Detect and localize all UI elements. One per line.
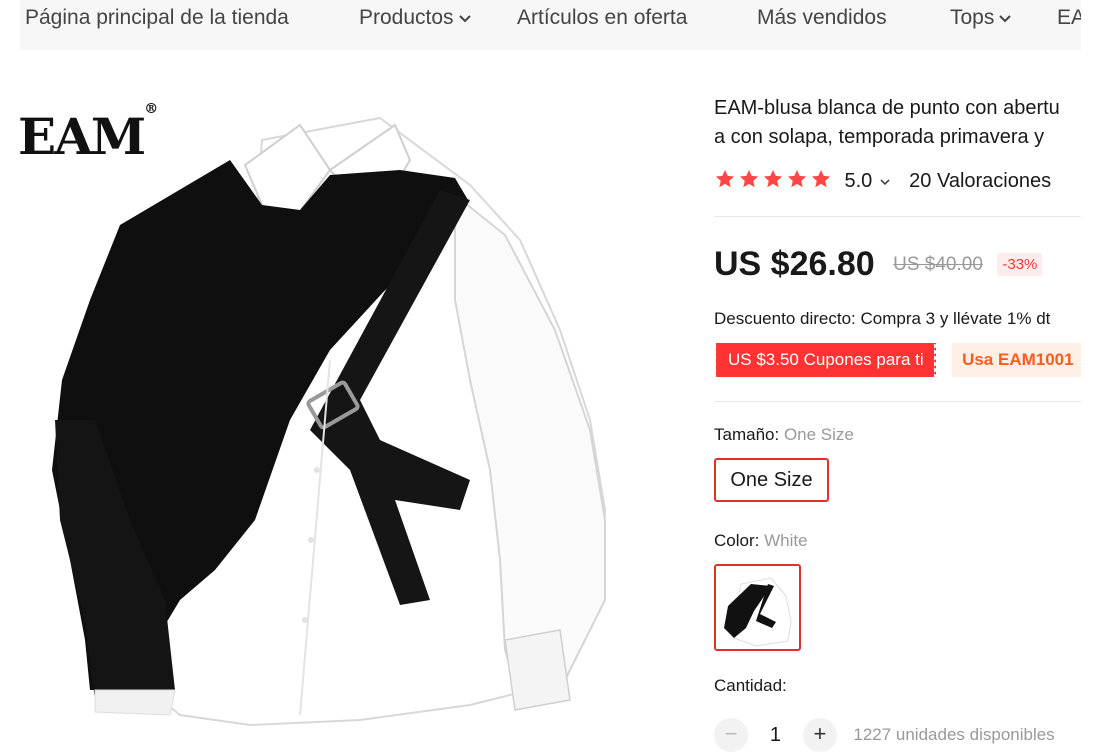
product-title-line: a con solapa, temporada primavera y	[714, 126, 1045, 148]
color-swatch-thumbnail	[724, 577, 792, 647]
brand-logo: EAM®	[18, 102, 158, 162]
page-edge	[1081, 0, 1115, 755]
star-icon	[763, 169, 783, 188]
color-label: Color:	[714, 531, 760, 550]
size-selected-value: One Size	[783, 425, 854, 444]
price-row: US $26.80 US $40.00 -33%	[714, 245, 1043, 284]
quantity-label: Cantidad:	[714, 676, 787, 695]
brand-logo-text: EAM	[18, 107, 146, 166]
star-icon	[787, 169, 807, 188]
product-title-line: EAM-blusa blanca de punto con abertu	[714, 97, 1060, 119]
rating-row: 5.0 20 Valoraciones	[714, 168, 1051, 196]
product-main-image[interactable]	[0, 88, 680, 755]
color-selected-value: White	[764, 531, 808, 550]
size-option-one-size[interactable]: One Size	[714, 458, 829, 502]
rating-value[interactable]: 5.0	[844, 170, 872, 192]
discount-badge: -33%	[997, 253, 1043, 276]
divider	[714, 401, 1081, 402]
star-icon	[715, 169, 735, 188]
registered-mark: ®	[144, 101, 159, 117]
quantity-value[interactable]: 1	[752, 724, 798, 747]
star-icon	[811, 169, 831, 188]
nav-item-label: Página principal de la tienda	[25, 6, 289, 29]
product-title: EAM-blusa blanca de punto con abertu a c…	[714, 94, 1081, 152]
chevron-down-icon[interactable]	[879, 173, 891, 191]
rating-stars	[714, 168, 834, 195]
original-price: US $40.00	[893, 253, 983, 275]
current-price: US $26.80	[714, 245, 875, 283]
divider	[714, 216, 1081, 217]
blouse-illustration	[52, 116, 607, 727]
quantity-increase-button[interactable]: +	[802, 718, 837, 752]
nav-item-store-home[interactable]: Página principal de la tienda	[25, 6, 289, 30]
quantity-decrease-button[interactable]: −	[714, 718, 748, 752]
nav-item-label: Productos	[359, 6, 454, 29]
coupon-code[interactable]: Usa EAM1001	[952, 343, 1081, 377]
reviews-link[interactable]: 20 Valoraciones	[909, 170, 1051, 192]
nav-item-products[interactable]: Productos	[359, 6, 472, 30]
color-label-row: Color: White	[714, 531, 808, 551]
direct-discount-text: Descuento directo: Compra 3 y llévate 1%…	[714, 309, 1051, 328]
chevron-down-icon	[458, 6, 472, 30]
product-details: EAM-blusa blanca de punto con abertu a c…	[714, 0, 1081, 755]
quantity-stepper: − 1 + 1227 unidades disponibles	[714, 718, 1055, 752]
nav-item-deals[interactable]: Artículos en oferta	[517, 6, 687, 30]
stock-available: 1227 unidades disponibles	[853, 725, 1055, 744]
nav-item-label: Artículos en oferta	[517, 6, 688, 29]
star-icon	[739, 169, 759, 188]
coupon-row: US $3.50 Cupones para ti Usa EAM1001	[714, 343, 1081, 377]
size-label: Tamaño:	[714, 425, 780, 444]
color-swatch-white[interactable]	[714, 564, 801, 651]
coupon-button[interactable]: US $3.50 Cupones para ti	[714, 343, 938, 377]
size-label-row: Tamaño: One Size	[714, 425, 854, 445]
